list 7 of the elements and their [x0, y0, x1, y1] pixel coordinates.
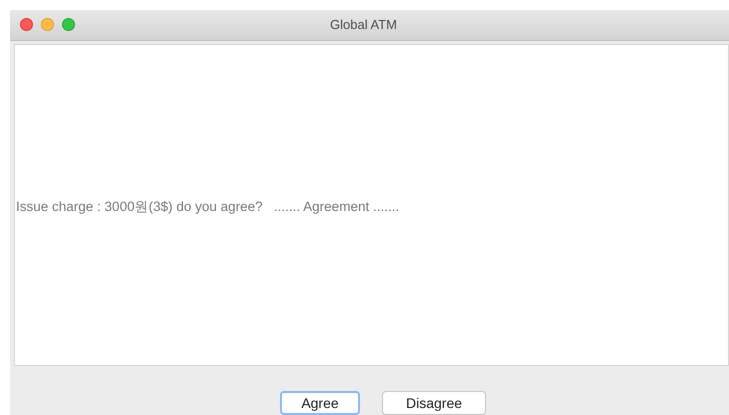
window-title: Global ATM — [330, 16, 397, 34]
dialog-button[interactable]: Agree — [280, 391, 360, 415]
message-text: Issue charge : 3000원(3$) do you agree? ....... Agreement ....... — [15, 198, 400, 216]
zoom-button[interactable] — [62, 18, 75, 32]
minimize-button[interactable] — [41, 18, 54, 32]
dialog-button[interactable]: Disagree — [382, 391, 486, 415]
close-button[interactable] — [20, 18, 33, 32]
